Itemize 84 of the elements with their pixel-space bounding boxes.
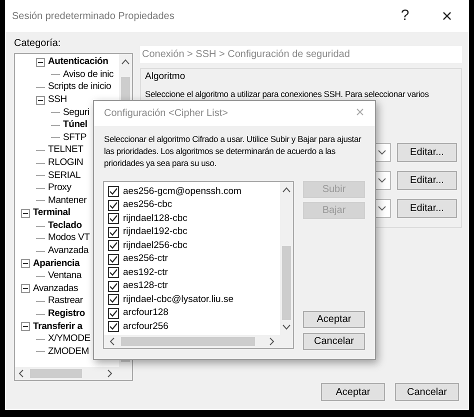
group-description: Seleccione el algoritmo a utilizar para conexiones SSH. Para seleccionar varios [145,89,430,100]
tree-item[interactable]: TELNET [48,143,84,158]
checkbox[interactable] [108,254,119,265]
tree-item[interactable]: Aviso de inic [63,68,114,82]
tree-item[interactable]: Terminal [33,206,70,221]
cipher-label: aes256-ctr [123,252,168,266]
tree-item[interactable]: Proxy [48,181,72,196]
tree-item[interactable]: Modos VT [48,231,90,246]
collapse-icon[interactable] [21,208,30,218]
tree-item[interactable]: Avanzadas [33,282,78,296]
checkbox[interactable] [108,226,119,238]
checkbox[interactable] [108,200,119,211]
vertical-scrollbar[interactable] [280,182,293,335]
tree-item[interactable]: X/YMODE [48,332,90,346]
tree-item[interactable]: Apariencia [33,256,80,271]
checkbox[interactable] [108,280,119,292]
chevron-down-icon [378,206,386,212]
tree-item[interactable]: SERIAL [48,168,81,183]
collapse-icon[interactable] [21,284,30,294]
category-label: Categoría: [14,37,62,51]
horizontal-scrollbar[interactable] [104,335,293,348]
scroll-right-icon[interactable] [269,337,275,346]
checkbox[interactable] [108,294,119,306]
tree-item[interactable]: Scripts de inicio [48,80,112,95]
collapse-icon[interactable] [21,259,30,268]
collapse-icon[interactable] [21,322,30,332]
checkbox[interactable] [108,267,119,278]
tree-item[interactable]: Teclado [48,218,82,234]
accept-button[interactable]: Aceptar [303,311,365,328]
checkbox[interactable] [108,186,119,198]
tree-item[interactable]: ZMODEM [48,344,90,360]
tree-item[interactable]: Seguri [63,106,90,120]
tree-item[interactable]: Autenticación [48,55,108,70]
edit-button[interactable]: Editar... [397,171,457,190]
tree-item[interactable]: SSH [48,92,67,108]
horizontal-scrollbar[interactable] [15,367,132,380]
chevron-down-icon [378,178,386,184]
scroll-left-icon[interactable] [109,337,115,346]
tree-item[interactable]: Registro [48,307,85,322]
tree-item[interactable]: Avanzada [48,244,88,258]
checkbox[interactable] [108,213,119,224]
scrollbar-thumb[interactable] [121,337,255,346]
tree-item[interactable]: Transferir a [33,320,82,334]
cipher-label: rijndael128-cbc [123,212,188,226]
tree-item[interactable]: SFTP [63,130,86,145]
scroll-up-icon[interactable] [282,186,291,193]
scrollbar-thumb[interactable] [282,246,291,320]
window-title: Sesión predeterminado Propiedades [12,10,174,24]
cipher-label: arcfour128 [123,306,168,320]
scroll-up-icon[interactable] [121,58,130,65]
cipher-label: rijndael192-cbc [123,225,188,240]
cancel-button[interactable]: Cancelar [303,333,365,350]
dialog-title: Configuración <Cipher List> [104,107,228,121]
edit-button[interactable]: Editar... [397,199,457,218]
chevron-down-icon [378,150,386,156]
checkbox[interactable] [108,240,119,252]
cipher-label: rijndael256-cbc [123,238,188,253]
group-title: Algoritmo [145,70,186,84]
cipher-label: arcfour256 [123,320,168,334]
checkbox[interactable] [108,321,119,332]
collapse-icon[interactable] [36,96,45,105]
tree-item[interactable]: Rastrear [48,294,83,309]
collapse-icon[interactable] [36,58,45,67]
cipher-label: aes256-cbc [123,198,172,212]
scroll-right-icon[interactable] [107,369,113,378]
cipher-label: aes192-ctr [123,266,168,280]
cipher-label: aes128-ctr [123,279,168,294]
tree-item[interactable]: Ventana [48,269,82,284]
scrollbar-thumb[interactable] [30,369,82,378]
dialog-description: Seleccionar el algoritmo Cifrado a usar. Utilice Subir y Bajar para ajustar las prioridades. Los algoritmos se determinarán de acuerdo a las prioridades ya sea para su uso. [103,133,362,169]
help-button[interactable]: ? [385,0,425,32]
edit-button[interactable]: Editar... [397,143,457,162]
tree-item[interactable]: Túnel [63,118,88,132]
close-button[interactable]: × [425,0,469,32]
checkbox[interactable] [108,308,119,319]
breadcrumb-bar: Conexión > SSH > Configuración de seguridad [140,46,462,63]
accept-button[interactable]: Aceptar [321,383,385,401]
scroll-left-icon[interactable] [18,369,24,378]
cancel-button[interactable]: Cancelar [395,383,459,401]
tree-item[interactable]: RLOGIN [48,156,84,170]
tree-item[interactable]: Mantener [48,194,87,208]
scroll-down-icon[interactable] [282,324,291,331]
cipher-label: rijndael-cbc@lysator.liu.se [123,292,234,307]
cipher-label: aes256-gcm@openssh.com [123,184,242,199]
